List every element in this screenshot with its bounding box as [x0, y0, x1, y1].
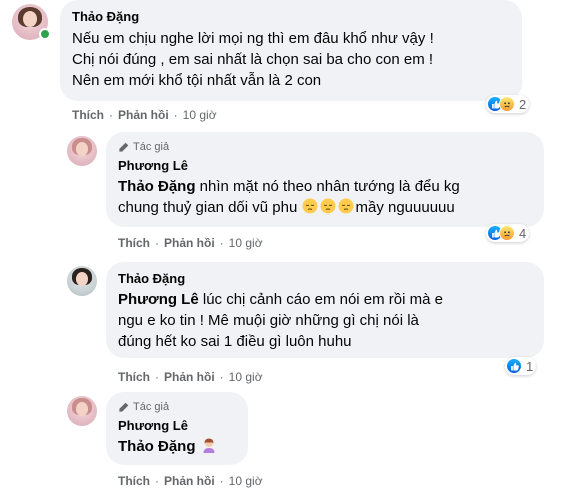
comment-author[interactable]: Phương Lê — [118, 157, 532, 174]
separator-dot: · — [219, 370, 224, 384]
comment-text: nhìn mặt nó theo nhân tướng là đểu kg — [195, 178, 460, 195]
separator-dot: · — [155, 370, 159, 384]
comment-line: ngu e ko tin ! Mê muội giờ những gì chị … — [118, 312, 419, 329]
comment-actions: Thích · Phản hồi · 10 giờ — [118, 236, 263, 250]
comment-actions: Thích · Phản hồi · 10 giờ — [72, 108, 217, 122]
author-badge: Tác giả — [118, 400, 236, 414]
comment-bubble: Tác giả Phương Lê Thảo Đặng nhìn mặt nó … — [106, 132, 544, 227]
author-badge-label: Tác giả — [133, 401, 170, 413]
comment-line: Phương Lê lúc chị cảnh cáo em nói em rồi… — [118, 289, 532, 310]
comment-actions: Thích · Phản hồi · 10 giờ — [118, 474, 263, 488]
comment-text: lúc chị cảnh cáo em nói em rồi mà e — [198, 291, 443, 308]
reply-button[interactable]: Phản hồi — [118, 108, 169, 122]
comment-line: Thảo Đặng — [118, 436, 236, 457]
reaction-summary[interactable]: 1 — [505, 357, 537, 375]
pensive-face-emoji — [337, 198, 355, 216]
separator-dot: · — [155, 474, 159, 488]
reaction-count: 4 — [519, 225, 527, 241]
sad-reaction-icon — [499, 225, 515, 241]
mention-link[interactable]: Phương Lê — [118, 291, 199, 308]
comment-bubble: Thảo Đặng Nếu em chịu nghe lời mọi ng th… — [60, 0, 522, 101]
sad-reaction-icon — [499, 96, 515, 112]
reaction-summary[interactable]: 2 — [486, 95, 530, 113]
reply-button[interactable]: Phản hồi — [164, 370, 215, 384]
reply-button[interactable]: Phản hồi — [164, 474, 215, 488]
timestamp[interactable]: 10 giờ — [183, 108, 217, 122]
comment-line: Nên em mới khổ tội nhất vẫn là 2 con — [72, 72, 322, 89]
pen-icon — [118, 142, 129, 153]
comment-text: mầy nguuuuuu — [355, 199, 455, 216]
pensive-face-emoji — [301, 198, 319, 216]
comment-line: chung thuỷ gian dối vũ phu mầy nguuuuuu — [118, 197, 532, 218]
comment-line: Chị nói đúng , em sai nhất là chọn sai b… — [72, 51, 434, 68]
timestamp[interactable]: 10 giờ — [229, 474, 263, 488]
comment-text: chung thuỷ gian dối vũ phu — [118, 199, 302, 216]
comment-line: đúng hết ko sai 1 điều gì luôn huhu — [118, 333, 352, 350]
comment-actions: Thích · Phản hồi · 10 giờ — [118, 370, 263, 384]
timestamp[interactable]: 10 giờ — [229, 370, 263, 384]
reaction-count: 2 — [519, 96, 527, 112]
pensive-face-emoji — [319, 198, 337, 216]
avatar-phuong-le[interactable] — [67, 136, 97, 166]
mention-link[interactable]: Thảo Đặng — [118, 438, 196, 455]
reply-button[interactable]: Phản hồi — [164, 236, 215, 250]
avatar-phuong-le[interactable] — [67, 396, 97, 426]
like-button[interactable]: Thích — [118, 236, 150, 250]
separator-dot: · — [109, 108, 113, 122]
comment-author[interactable]: Thảo Đặng — [72, 8, 510, 25]
reaction-summary[interactable]: 4 — [486, 224, 530, 242]
like-reaction-icon — [506, 358, 522, 374]
like-button[interactable]: Thích — [118, 370, 150, 384]
online-status-dot — [39, 28, 51, 40]
comment-line: Nếu em chịu nghe lời mọi ng thì em đâu k… — [72, 30, 434, 47]
woman-gesturing-emoji — [200, 438, 218, 455]
comment-author[interactable]: Phương Lê — [118, 417, 236, 434]
comment-author[interactable]: Thảo Đặng — [118, 270, 532, 287]
like-button[interactable]: Thích — [72, 108, 104, 122]
separator-dot: · — [155, 236, 159, 250]
comment-bubble: Tác giả Phương Lê Thảo Đặng — [106, 392, 248, 465]
timestamp[interactable]: 10 giờ — [229, 236, 263, 250]
like-button[interactable]: Thích — [118, 474, 150, 488]
author-badge: Tác giả — [118, 140, 532, 154]
separator-dot: · — [173, 108, 178, 122]
separator-dot: · — [219, 474, 224, 488]
comment-line: Thảo Đặng nhìn mặt nó theo nhân tướng là… — [118, 176, 532, 197]
mention-link[interactable]: Thảo Đặng — [118, 178, 196, 195]
separator-dot: · — [219, 236, 224, 250]
pen-icon — [118, 402, 129, 413]
reaction-count: 1 — [526, 358, 534, 374]
author-badge-label: Tác giả — [133, 141, 170, 153]
comment-bubble: Thảo Đặng Phương Lê lúc chị cảnh cáo em … — [106, 262, 544, 358]
avatar-thao-dang[interactable] — [67, 266, 97, 296]
